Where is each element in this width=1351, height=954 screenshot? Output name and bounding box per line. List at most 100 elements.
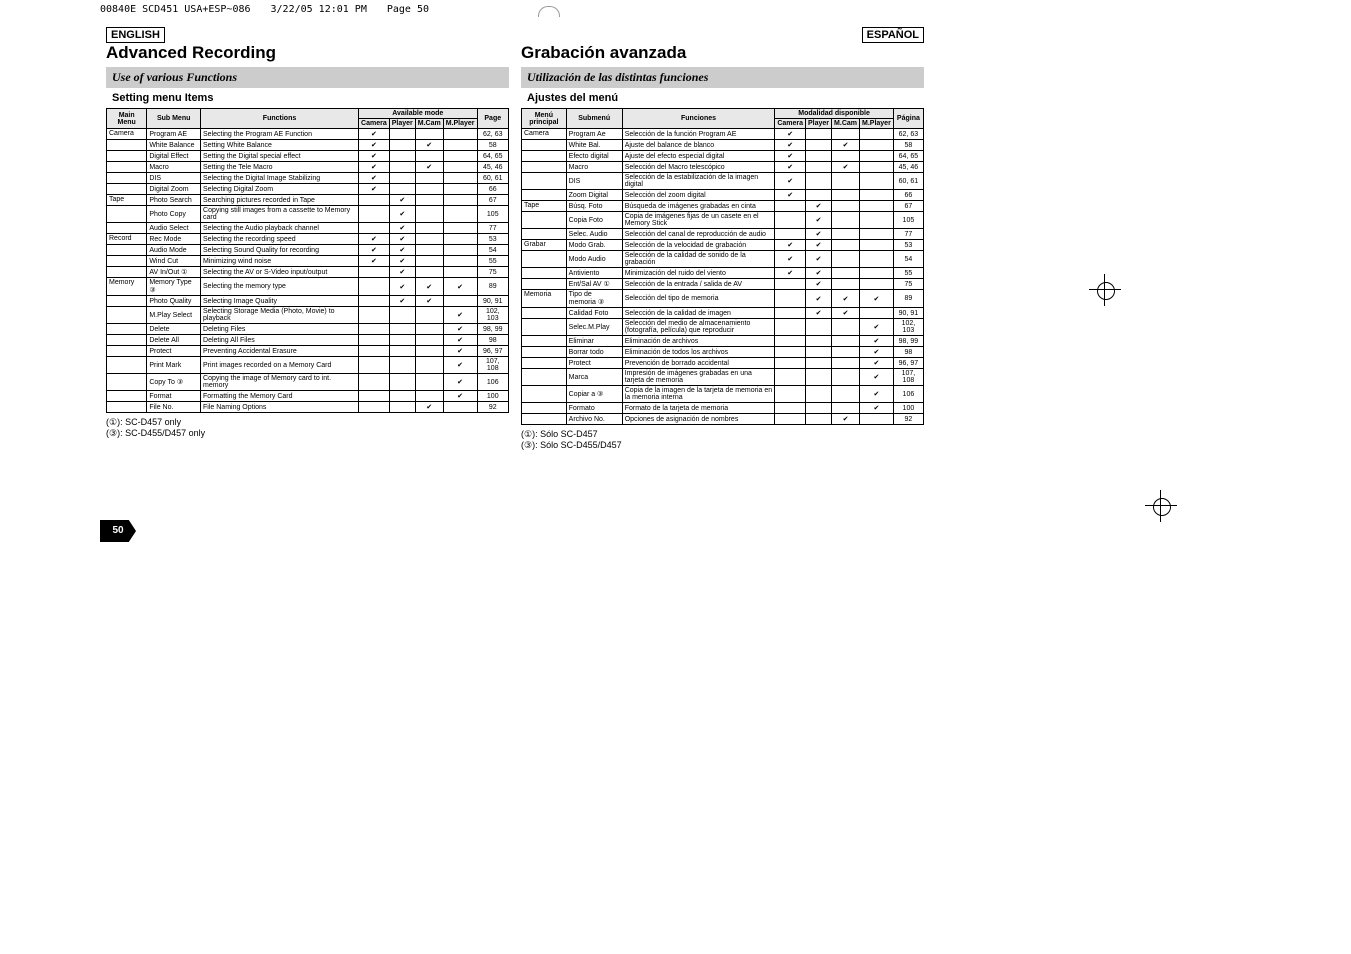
cell-mode: ✔	[806, 279, 832, 290]
table-row: Delete AllDeleting All Files✔98	[107, 335, 509, 346]
cell-page: 98	[477, 335, 508, 346]
cell-func: Deleting Files	[201, 324, 359, 335]
cell-mode	[806, 358, 832, 369]
file-date: 3/22/05 12:01 PM	[271, 4, 367, 15]
th-mcam: M.Cam	[832, 119, 860, 129]
file-name: 00840E SCD451 USA+ESP~086	[100, 4, 251, 15]
table-row: Modo AudioSelección de la calidad de son…	[522, 251, 924, 268]
cell-mode: ✔	[832, 308, 860, 319]
cell-mode: ✔	[389, 245, 415, 256]
cell-mode: ✔	[806, 229, 832, 240]
cell-main	[107, 206, 147, 223]
cell-main	[107, 346, 147, 357]
cell-mode	[775, 279, 806, 290]
notes-en: (①): SC-D457 only (③): SC-D455/D457 only	[106, 417, 509, 439]
table-row: Borrar todoEliminación de todos los arch…	[522, 347, 924, 358]
cell-func: Selección de la función Program AE	[622, 129, 775, 140]
cell-mode: ✔	[806, 212, 832, 229]
cell-sub: Rec Mode	[147, 234, 201, 245]
cell-page: 45, 46	[477, 162, 508, 173]
cell-mode	[860, 251, 894, 268]
cell-mode	[415, 307, 443, 324]
cell-mode	[443, 234, 477, 245]
cell-func: Impresión de imágenes grabadas en una ta…	[622, 369, 775, 386]
section-en: Setting menu Items	[106, 88, 509, 108]
cell-mode: ✔	[860, 319, 894, 336]
cell-func: Selecting Image Quality	[201, 296, 359, 307]
th-avail: Available mode	[359, 109, 477, 119]
cell-mode: ✔	[860, 358, 894, 369]
cell-mode	[359, 391, 390, 402]
table-row: File No.File Naming Options✔92	[107, 402, 509, 413]
cell-mode	[806, 369, 832, 386]
table-row: DISSelección de la estabilización de la …	[522, 173, 924, 190]
cell-mode	[443, 245, 477, 256]
table-row: MacroSelección del Macro telescópico✔✔45…	[522, 162, 924, 173]
table-row: Audio SelectSelecting the Audio playback…	[107, 223, 509, 234]
cell-mode	[860, 212, 894, 229]
table-row: White BalanceSetting White Balance✔✔58	[107, 140, 509, 151]
cell-main	[107, 256, 147, 267]
cell-page: 102, 103	[893, 319, 923, 336]
table-row: MemoryMemory Type ③Selecting the memory …	[107, 278, 509, 296]
cell-mode: ✔	[775, 162, 806, 173]
table-body-es: CameraProgram AeSelección de la función …	[522, 129, 924, 425]
cell-func: Selecting the memory type	[201, 278, 359, 296]
cell-mode	[359, 223, 390, 234]
cell-mode: ✔	[775, 251, 806, 268]
cell-func: Selección de la calidad de sonido de la …	[622, 251, 775, 268]
document-page: 00840E SCD451 USA+ESP~086 3/22/05 12:01 …	[100, 0, 930, 451]
cell-sub: Eliminar	[566, 336, 622, 347]
th-page: Página	[893, 109, 923, 129]
cell-page: 89	[893, 290, 923, 308]
table-row: Wind CutMinimizing wind noise✔✔55	[107, 256, 509, 267]
cell-mode	[806, 151, 832, 162]
cell-main: Camera	[107, 129, 147, 140]
th-page: Page	[477, 109, 508, 129]
cell-sub: Digital Effect	[147, 151, 201, 162]
cell-mode	[832, 240, 860, 251]
cell-sub: Delete All	[147, 335, 201, 346]
cell-func: Minimizing wind noise	[201, 256, 359, 267]
cell-mode	[359, 346, 390, 357]
cell-page: 58	[477, 140, 508, 151]
subtitle-en: Use of various Functions	[106, 67, 509, 88]
section-es: Ajustes del menú	[521, 88, 924, 108]
cell-main	[522, 308, 567, 319]
cell-sub: Borrar todo	[566, 347, 622, 358]
cell-mode	[389, 391, 415, 402]
cell-mode	[806, 129, 832, 140]
cell-mode	[806, 190, 832, 201]
cell-mode	[832, 173, 860, 190]
cell-mode: ✔	[775, 190, 806, 201]
cell-mode: ✔	[860, 386, 894, 403]
note-3-en: (③): SC-D455/D457 only	[106, 428, 509, 439]
cell-mode	[443, 195, 477, 206]
th-sub: Sub Menu	[147, 109, 201, 129]
cell-func: Opciones de asignación de nombres	[622, 414, 775, 425]
cell-mode	[443, 184, 477, 195]
cell-sub: Program AE	[147, 129, 201, 140]
table-row: MacroSetting the Tele Macro✔✔45, 46	[107, 162, 509, 173]
cell-sub: Memory Type ③	[147, 278, 201, 296]
menu-table-es: Menú principal Submenú Funciones Modalid…	[521, 108, 924, 425]
cell-page: 54	[893, 251, 923, 268]
cell-main	[522, 279, 567, 290]
cell-page: 90, 91	[893, 308, 923, 319]
cell-main	[522, 190, 567, 201]
cell-mode: ✔	[359, 184, 390, 195]
cell-main	[107, 335, 147, 346]
cell-mode	[443, 206, 477, 223]
cell-mode: ✔	[359, 234, 390, 245]
cell-mode: ✔	[443, 357, 477, 374]
cell-mode: ✔	[775, 173, 806, 190]
cell-mode	[415, 391, 443, 402]
cell-mode: ✔	[415, 162, 443, 173]
cell-main	[107, 324, 147, 335]
cell-main: Memory	[107, 278, 147, 296]
cell-func: Selección de la estabilización de la ima…	[622, 173, 775, 190]
cell-main	[107, 267, 147, 278]
cell-mode	[389, 346, 415, 357]
cell-page: 90, 91	[477, 296, 508, 307]
cell-page: 75	[893, 279, 923, 290]
